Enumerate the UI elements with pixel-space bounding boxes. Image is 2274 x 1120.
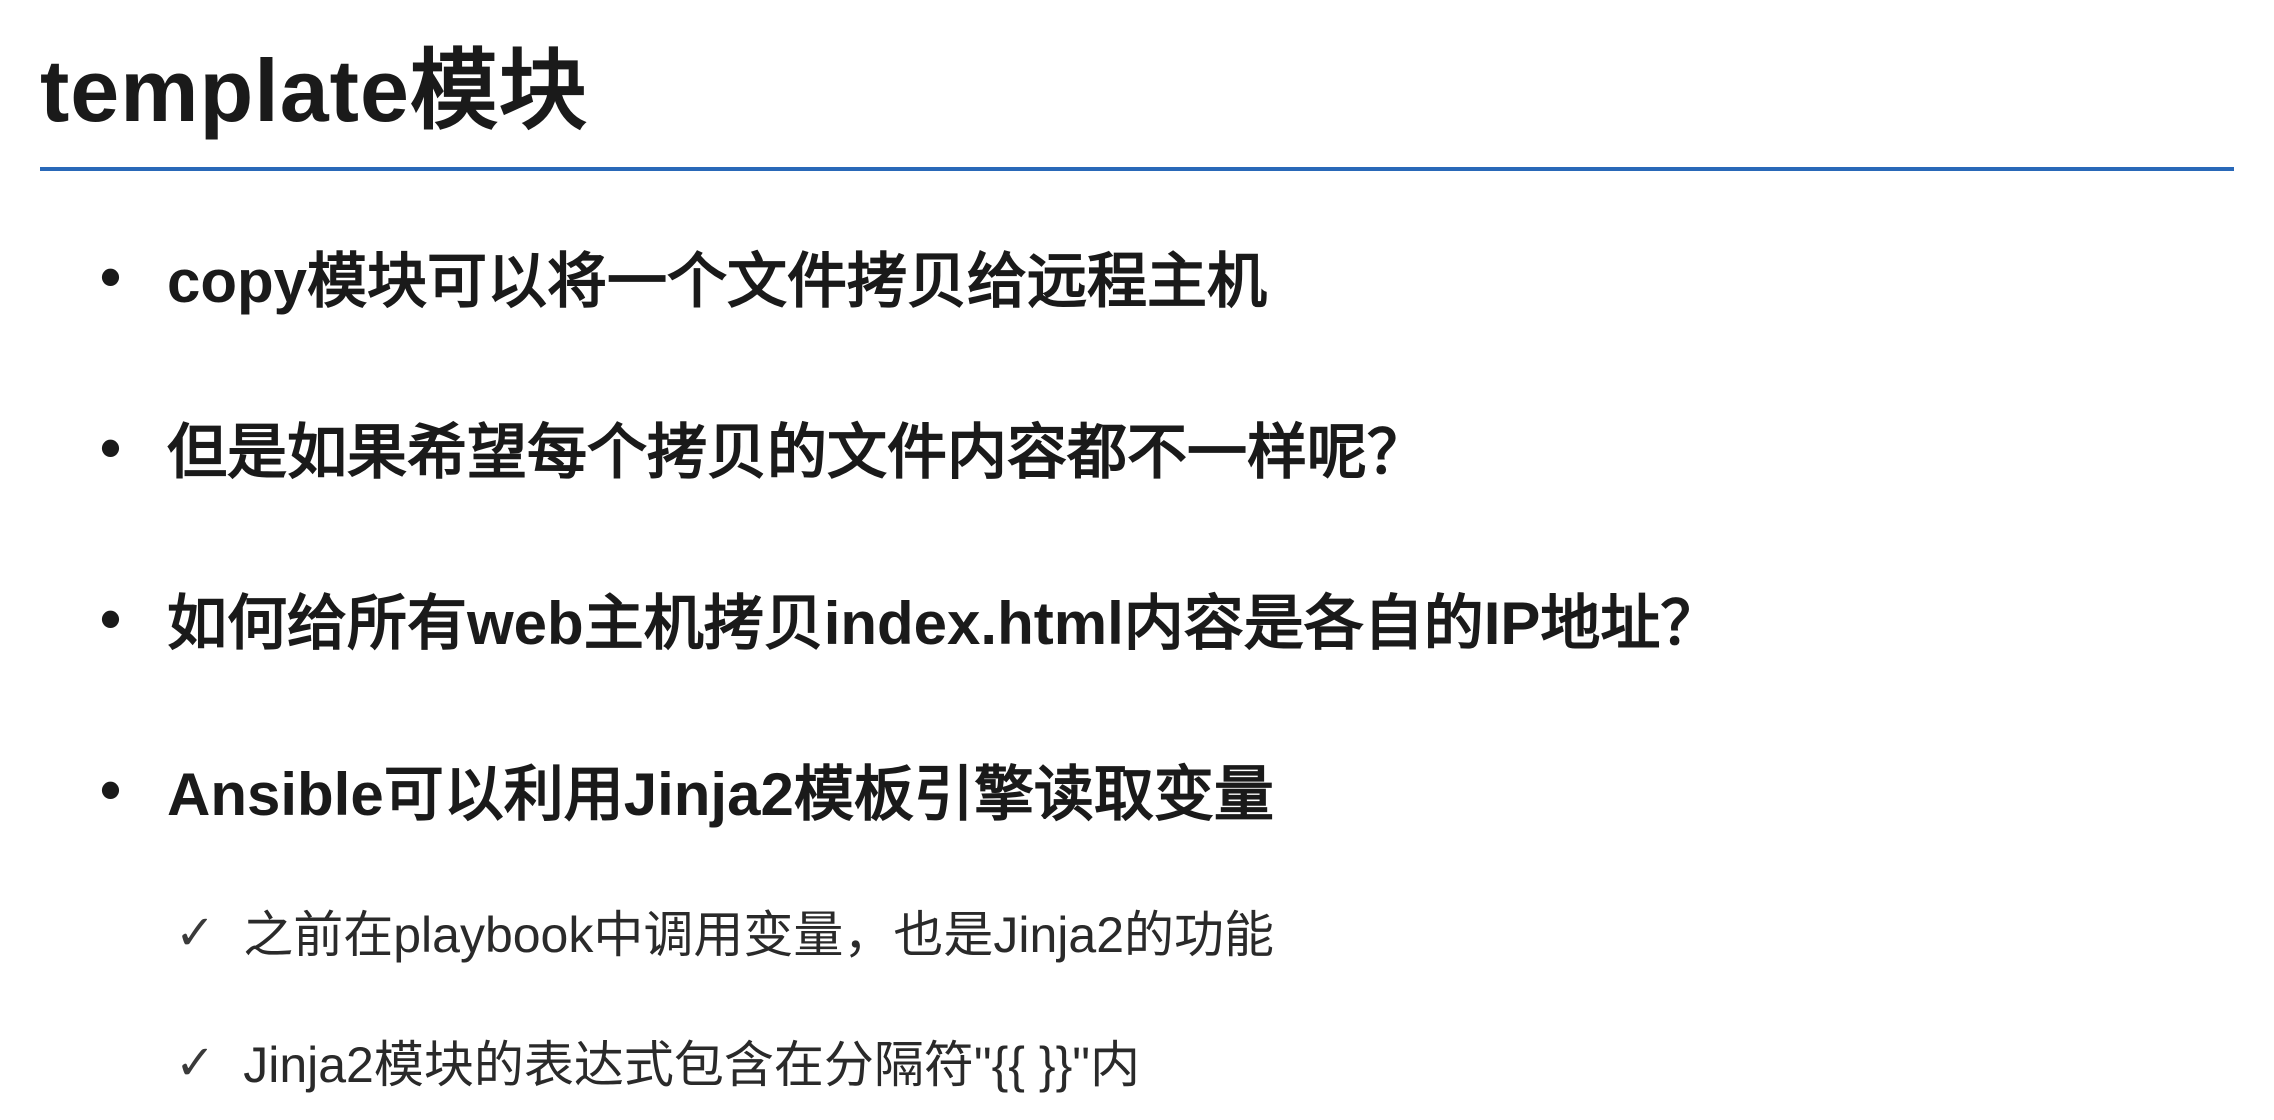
check-icon: ✓ (175, 1030, 215, 1097)
list-item: • copy模块可以将一个文件拷贝给远程主机 (100, 241, 2234, 322)
slide-title: template模块 (40, 20, 2234, 167)
list-item: • 如何给所有web主机拷贝index.html内容是各自的IP地址？ (100, 583, 2234, 664)
list-item: ✓ 之前在playbook中调用变量，也是Jinja2的功能 (175, 900, 2234, 970)
list-item: • 但是如果希望每个拷贝的文件内容都不一样呢？ (100, 412, 2234, 493)
bullet-text: Ansible可以利用Jinja2模板引擎读取变量 (167, 754, 1274, 835)
title-divider (40, 167, 2234, 171)
list-item: ✓ Jinja2模块的表达式包含在分隔符"{{ }}"内 (175, 1030, 2234, 1100)
bullet-text: 但是如果希望每个拷贝的文件内容都不一样呢？ (167, 412, 1427, 493)
check-icon: ✓ (175, 900, 215, 967)
sub-bullet-text: Jinja2模块的表达式包含在分隔符"{{ }}"内 (243, 1030, 1140, 1100)
bullet-icon: • (100, 754, 121, 826)
bullet-text: 如何给所有web主机拷贝index.html内容是各自的IP地址？ (167, 583, 1720, 664)
bullet-list: • copy模块可以将一个文件拷贝给远程主机 • 但是如果希望每个拷贝的文件内容… (40, 241, 2234, 835)
list-item: • Ansible可以利用Jinja2模板引擎读取变量 (100, 754, 2234, 835)
bullet-icon: • (100, 583, 121, 655)
bullet-text: copy模块可以将一个文件拷贝给远程主机 (167, 241, 1267, 322)
bullet-icon: • (100, 241, 121, 313)
sub-bullet-text: 之前在playbook中调用变量，也是Jinja2的功能 (243, 900, 1274, 970)
sub-bullet-list: ✓ 之前在playbook中调用变量，也是Jinja2的功能 ✓ Jinja2模… (40, 900, 2234, 1100)
bullet-icon: • (100, 412, 121, 484)
